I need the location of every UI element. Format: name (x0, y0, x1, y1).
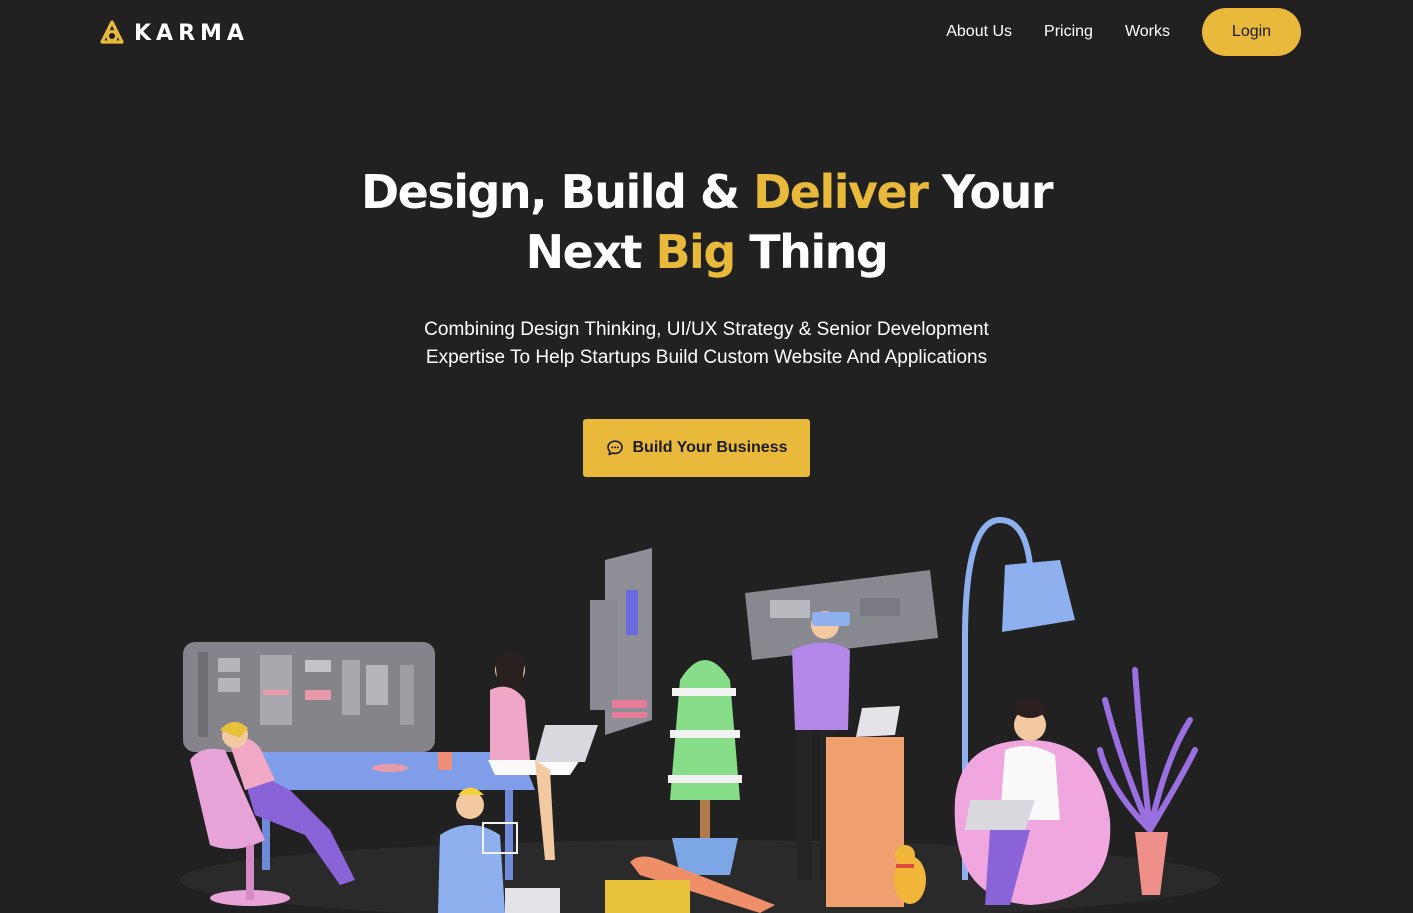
hero-title-part3: Next (525, 225, 656, 279)
hero-title-accent-big: Big (655, 225, 737, 279)
hero-subtitle: Combining Design Thinking, UI/UX Strateg… (0, 316, 1413, 372)
beanbag-woman (954, 698, 1111, 905)
hero-title-part4: Thing (734, 225, 889, 279)
hero-subtitle-line2: Expertise To Help Startups Build Custom … (425, 347, 988, 368)
pedestal (826, 706, 904, 907)
nav-link-pricing[interactable]: Pricing (1044, 23, 1093, 41)
floating-ui-panel (590, 548, 652, 735)
build-your-business-button[interactable]: Build Your Business (583, 419, 810, 477)
main-nav: About Us Pricing Works Login (946, 8, 1301, 56)
nav-link-about-us[interactable]: About Us (946, 23, 1012, 41)
hero-subtitle-line1: Combining Design Thinking, UI/UX Strateg… (424, 319, 989, 340)
brand-name: KARMA (134, 21, 249, 46)
dashboard-screen (183, 642, 435, 752)
brand-logo[interactable]: KARMA (98, 20, 249, 47)
karma-logo-icon (100, 20, 124, 44)
hero-title-part1: Design, Build & (360, 165, 754, 219)
hero-title: Design, Build & Deliver Your Next Big Thi… (0, 162, 1413, 282)
hero-title-accent-deliver: Deliver (753, 165, 929, 219)
cta-label: Build Your Business (632, 439, 788, 456)
chat-bubble-icon (606, 440, 623, 456)
tree-planter (668, 660, 742, 875)
woman-with-laptop (488, 652, 598, 860)
hero-title-part2: Your (927, 165, 1054, 219)
nav-link-works[interactable]: Works (1125, 23, 1170, 41)
landing-page: KARMA About Us Pricing Works Login Desig… (0, 0, 1413, 913)
login-button[interactable]: Login (1202, 8, 1301, 56)
office-team-illustration (180, 516, 1220, 913)
